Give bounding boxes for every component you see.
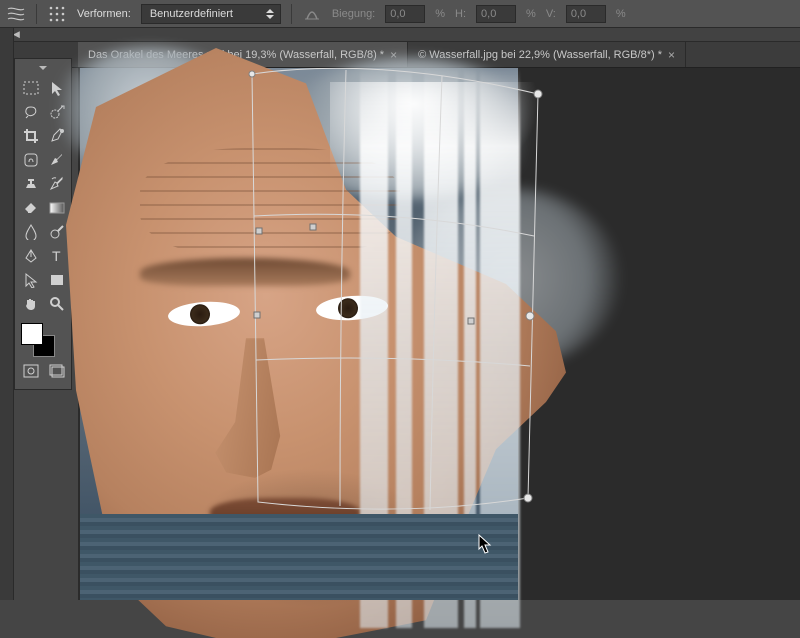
warp-style-value: Benutzerdefiniert xyxy=(150,8,233,20)
toolbox-collapse[interactable] xyxy=(19,63,67,73)
quick-mask-icon[interactable] xyxy=(21,361,41,381)
path-select-tool-icon[interactable] xyxy=(19,269,43,291)
blur-tool-icon[interactable] xyxy=(19,221,43,243)
color-swatches[interactable] xyxy=(19,321,67,357)
canvas-image-content xyxy=(140,148,400,258)
canvas-image-content xyxy=(140,258,350,286)
percent-label: % xyxy=(526,8,536,20)
rect-marquee-tool-icon[interactable] xyxy=(19,77,43,99)
document-canvas[interactable] xyxy=(80,68,518,600)
percent-label: % xyxy=(435,8,445,20)
options-bar: Verformen: Benutzerdefiniert Biegung: 0,… xyxy=(0,0,800,28)
dodge-tool-icon[interactable] xyxy=(45,221,69,243)
zoom-tool-icon[interactable] xyxy=(45,293,69,315)
divider xyxy=(291,4,292,24)
canvas-image-content xyxy=(80,514,518,600)
bend-label: Biegung: xyxy=(332,8,375,20)
tab-label: © Wasserfall.jpg bei 22,9% (Wasserfall, … xyxy=(418,49,662,61)
divider xyxy=(36,4,37,24)
rectangle-shape-tool-icon[interactable] xyxy=(45,269,69,291)
h-input: 0,0 xyxy=(476,5,516,23)
workspace xyxy=(78,68,800,600)
v-input: 0,0 xyxy=(566,5,606,23)
bend-input: 0,0 xyxy=(385,5,425,23)
history-brush-tool-icon[interactable] xyxy=(45,173,69,195)
orientation-icon xyxy=(302,4,322,24)
cursor-icon xyxy=(478,534,492,554)
grid-toggle-icon[interactable] xyxy=(47,4,67,24)
percent-label: % xyxy=(616,8,626,20)
foreground-color-swatch[interactable] xyxy=(21,323,43,345)
screen-mode-icon[interactable] xyxy=(47,361,67,381)
hand-tool-icon[interactable] xyxy=(19,293,43,315)
panel-collapse-bar[interactable]: ◀◀ xyxy=(0,28,800,42)
lasso-tool-icon[interactable] xyxy=(19,101,43,123)
clone-stamp-tool-icon[interactable] xyxy=(19,173,43,195)
close-icon[interactable]: × xyxy=(668,48,675,62)
left-dock xyxy=(0,28,14,600)
gradient-tool-icon[interactable] xyxy=(45,197,69,219)
warp-style-dropdown[interactable]: Benutzerdefiniert xyxy=(141,4,281,24)
v-label: V: xyxy=(546,8,556,20)
h-label: H: xyxy=(455,8,466,20)
crop-tool-icon[interactable] xyxy=(19,125,43,147)
svg-text:T: T xyxy=(52,249,61,263)
type-tool-icon[interactable]: T xyxy=(45,245,69,267)
healing-brush-tool-icon[interactable] xyxy=(19,149,43,171)
eraser-tool-icon[interactable] xyxy=(19,197,43,219)
pen-tool-icon[interactable] xyxy=(19,245,43,267)
brush-tool-icon[interactable] xyxy=(45,149,69,171)
warp-mode-icon[interactable] xyxy=(6,4,26,24)
transform-label: Verformen: xyxy=(77,8,131,20)
